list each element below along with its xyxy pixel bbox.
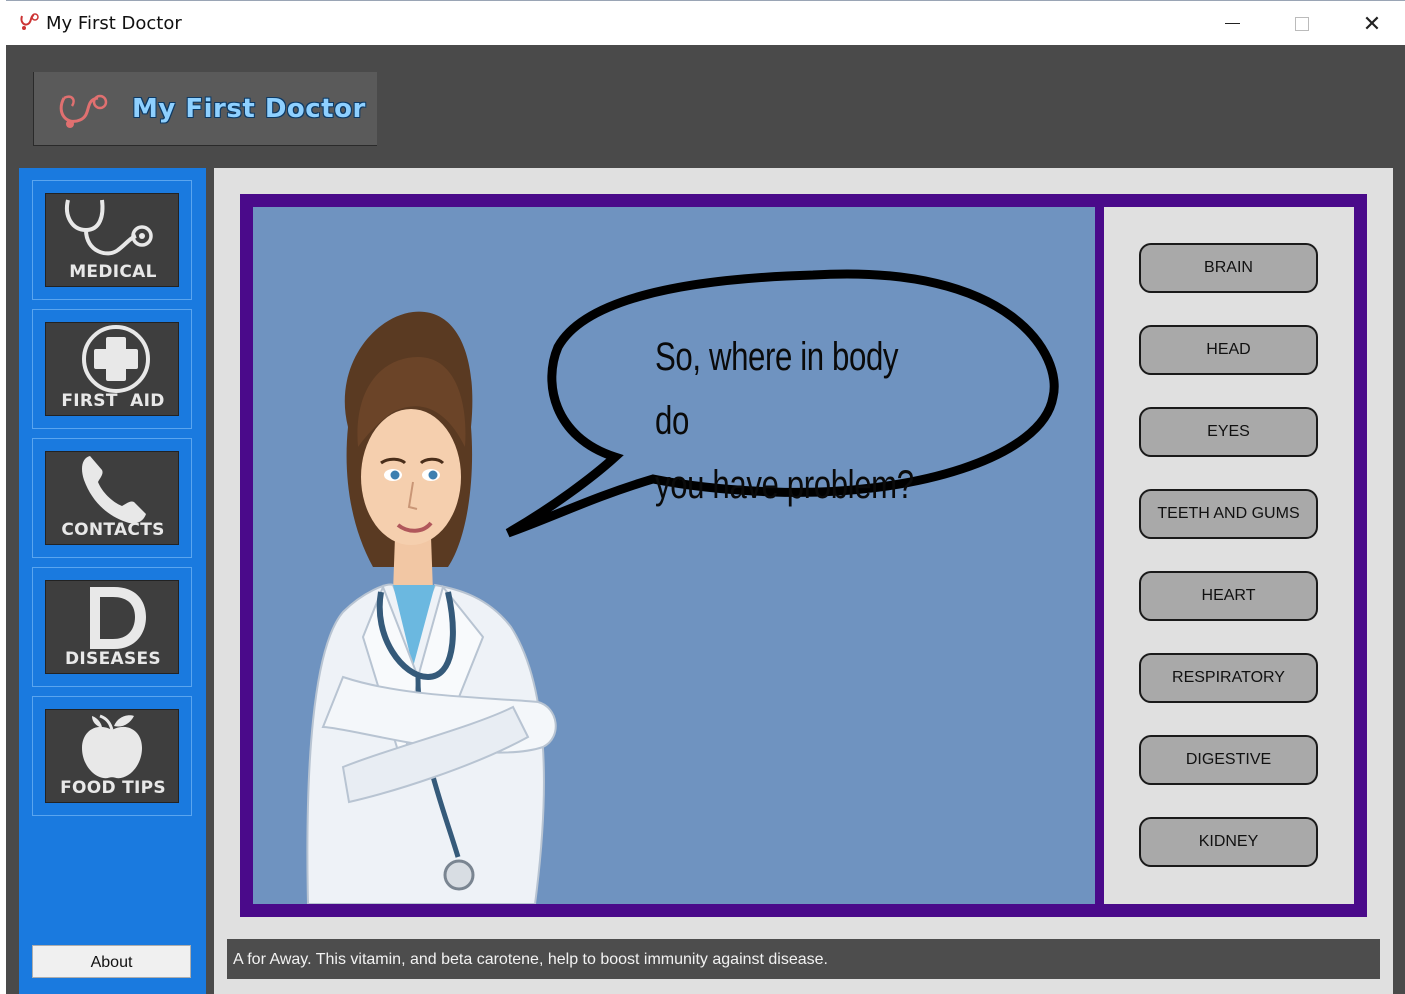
body-parts-panel: BRAIN HEAD EYES TEETH AND GUMS HEART RES… <box>1104 207 1354 904</box>
sidebar-item-contacts[interactable]: CONTACTS <box>32 438 192 558</box>
doctor-face <box>361 409 461 545</box>
sidebar: MEDICAL FIRST AID CONTACTS DISEASES FOOD… <box>19 168 206 994</box>
window-title: My First Doctor <box>46 13 182 34</box>
close-button[interactable]: ✕ <box>1338 1 1405 46</box>
sidebar-item-first-aid[interactable]: FIRST AID <box>32 309 192 429</box>
sidebar-item-label: CONTACTS <box>61 520 165 540</box>
minimize-button[interactable] <box>1198 1 1266 46</box>
speech-line-2: you have problem? <box>655 463 914 507</box>
digestive-button[interactable]: DIGESTIVE <box>1139 735 1318 785</box>
teeth-and-gums-button[interactable]: TEETH AND GUMS <box>1139 489 1318 539</box>
maximize-icon <box>1295 16 1309 31</box>
logo-text: My First Doctor <box>132 94 366 124</box>
doctor-scene: So, where in body do you have problem? <box>253 207 1095 904</box>
sidebar-item-food-tips[interactable]: FOOD TIPS <box>32 696 192 816</box>
sidebar-item-medical[interactable]: MEDICAL <box>32 180 192 300</box>
head-button[interactable]: HEAD <box>1139 325 1318 375</box>
status-tip-bar: A for Away. This vitamin, and beta carot… <box>227 939 1380 979</box>
heart-button[interactable]: HEART <box>1139 571 1318 621</box>
sidebar-item-label: DISEASES <box>65 649 161 669</box>
respiratory-button[interactable]: RESPIRATORY <box>1139 653 1318 703</box>
speech-bubble-text: So, where in body do you have problem? <box>655 325 920 517</box>
window-left-edge <box>0 0 6 994</box>
sidebar-item-label: FIRST AID <box>61 391 165 411</box>
about-button[interactable]: About <box>32 945 191 978</box>
close-icon: ✕ <box>1362 10 1382 36</box>
minimize-icon <box>1224 23 1240 24</box>
speech-line-1: So, where in body do <box>655 335 899 443</box>
app-logo: My First Doctor <box>33 72 377 146</box>
brain-button[interactable]: BRAIN <box>1139 243 1318 293</box>
stethoscope-app-icon <box>20 13 39 30</box>
stethoscope-logo-icon <box>59 94 108 128</box>
doctor-illustration <box>306 269 1059 904</box>
sidebar-item-diseases[interactable]: DISEASES <box>32 567 192 687</box>
eyes-button[interactable]: EYES <box>1139 407 1318 457</box>
sidebar-item-label: FOOD TIPS <box>60 778 166 798</box>
main-frame: So, where in body do you have problem? B… <box>240 194 1367 917</box>
sidebar-item-label: MEDICAL <box>69 262 157 282</box>
kidney-button[interactable]: KIDNEY <box>1139 817 1318 867</box>
main-content: So, where in body do you have problem? B… <box>214 168 1393 994</box>
maximize-button[interactable] <box>1268 1 1336 46</box>
title-bar: My First Doctor ✕ <box>6 0 1405 45</box>
